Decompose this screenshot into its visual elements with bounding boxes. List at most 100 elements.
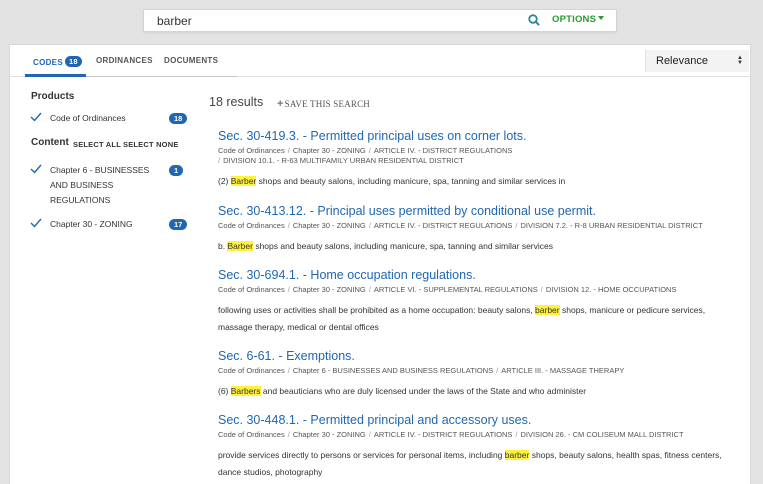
result-item: Sec. 30-448.1. - Permitted principal and… <box>218 413 738 481</box>
crumb-separator: / <box>218 156 221 165</box>
facet-count-badge: 18 <box>169 113 188 124</box>
facet-label: Chapter 30 - ZONING <box>50 219 133 229</box>
snippet-text: shops and beauty salons, including manic… <box>252 241 553 251</box>
facet-chapter-6[interactable]: Chapter 6 - BUSINESSES AND BUSINESS REGU… <box>30 163 186 209</box>
snippet-text: provide services directly to persons or … <box>218 450 505 460</box>
result-snippet: b. Barber shops and beauty salons, inclu… <box>218 238 723 255</box>
crumb[interactable]: Chapter 30 - ZONING <box>293 146 366 155</box>
result-title-link[interactable]: Sec. 30-419.3. - Permitted principal use… <box>218 129 738 143</box>
tab-documents-label: DOCUMENTS <box>164 56 219 65</box>
facet-label: Chapter 6 - BUSINESSES AND BUSINESS REGU… <box>50 165 150 205</box>
crumb[interactable]: DIVISION 7.2. - R-8 URBAN RESIDENTIAL DI… <box>520 221 702 230</box>
save-search-label: SAVE THIS SEARCH <box>284 99 371 109</box>
sort-select[interactable]: Relevance ▲ ▼ <box>645 50 749 72</box>
crumb-separator: / <box>368 430 371 439</box>
search-highlight: Barbers <box>230 386 261 396</box>
crumb[interactable]: ARTICLE IV. - DISTRICT REGULATIONS <box>374 221 513 230</box>
tab-documents[interactable]: DOCUMENTS <box>164 56 218 65</box>
tab-codes[interactable]: CODES 18 <box>33 56 82 67</box>
snippet-text: (6) <box>218 386 231 396</box>
sort-arrows-icon: ▲ ▼ <box>737 55 743 66</box>
search-highlight: Barber <box>230 176 257 186</box>
snippet-text: following uses or activities shall be pr… <box>218 305 536 315</box>
result-title-link[interactable]: Sec. 30-694.1. - Home occupation regulat… <box>218 268 738 282</box>
products-heading: Products <box>31 91 75 102</box>
results-count: 18 results <box>209 95 264 109</box>
result-item: Sec. 30-413.12. - Principal uses permitt… <box>218 204 738 255</box>
crumb-separator: / <box>515 221 518 230</box>
options-label: OPTIONS <box>552 14 597 25</box>
search-bar: OPTIONS <box>143 9 617 32</box>
crumb[interactable]: ARTICLE IV. - DISTRICT REGULATIONS <box>374 430 513 439</box>
tabs-bar: CODES 18 ORDINANCES DOCUMENTS Relevance ▲… <box>10 45 750 77</box>
crumb[interactable]: Chapter 30 - ZONING <box>293 221 366 230</box>
crumb[interactable]: Code of Ordinances <box>218 221 285 230</box>
result-item: Sec. 30-694.1. - Home occupation regulat… <box>218 268 738 336</box>
result-title-link[interactable]: Sec. 30-448.1. - Permitted principal and… <box>218 413 738 427</box>
crumb-separator: / <box>368 221 371 230</box>
result-breadcrumb: Code of Ordinances / Chapter 30 - ZONING / A… <box>218 430 738 440</box>
tab-ordinances-label: ORDINANCES <box>96 56 153 65</box>
checkmark-icon <box>30 164 42 174</box>
search-highlight: barber <box>504 450 530 460</box>
search-highlight: barber <box>535 305 560 315</box>
facet-count-badge: 17 <box>169 219 188 230</box>
plus-icon: + <box>277 98 284 110</box>
tab-codes-label: CODES <box>33 58 63 67</box>
snippet-text: and beauticians who are duly licensed un… <box>260 386 587 396</box>
facet-label: Code of Ordinances <box>50 113 126 123</box>
result-breadcrumb: Code of Ordinances / Chapter 30 - ZONING / A… <box>218 285 738 295</box>
crumb[interactable]: DIVISION 10.1. - R-63 MULTIFAMILY URBAN … <box>223 156 464 165</box>
crumb[interactable]: Code of Ordinances <box>218 285 285 294</box>
caret-down-icon <box>598 16 605 21</box>
snippet-text: shops and beauty salons, including manic… <box>256 176 566 186</box>
crumb[interactable]: Chapter 30 - ZONING <box>293 430 366 439</box>
crumb-separator: / <box>287 221 290 230</box>
crumb-separator: / <box>287 146 290 155</box>
sort-selected-value: Relevance <box>656 55 708 67</box>
search-input[interactable] <box>144 10 504 31</box>
crumb-separator: / <box>287 366 290 375</box>
crumb[interactable]: Code of Ordinances <box>218 430 285 439</box>
facet-count-badge: 1 <box>169 165 184 176</box>
result-snippet: (6) Barbers and beauticians who are duly… <box>218 383 723 400</box>
options-dropdown[interactable]: OPTIONS <box>552 14 605 25</box>
tab-ordinances[interactable]: ORDINANCES <box>96 56 153 65</box>
checkmark-icon <box>30 218 42 228</box>
crumb-separator: / <box>496 366 499 375</box>
crumb[interactable]: Code of Ordinances <box>218 146 285 155</box>
crumb[interactable]: Code of Ordinances <box>218 366 285 375</box>
crumb-separator: / <box>287 285 290 294</box>
content-heading: Content <box>31 137 69 148</box>
crumb-separator: / <box>515 430 518 439</box>
result-breadcrumb: Code of Ordinances / Chapter 30 - ZONING / A… <box>218 221 738 231</box>
search-highlight: Barber <box>227 241 253 251</box>
select-none-link[interactable]: SELECT NONE <box>123 140 179 149</box>
crumb[interactable]: ARTICLE VI. - SUPPLEMENTAL REGULATIONS <box>374 285 538 294</box>
result-breadcrumb: Code of Ordinances / Chapter 6 - BUSINESSE… <box>218 366 738 376</box>
results-panel: CODES 18 ORDINANCES DOCUMENTS Relevance ▲… <box>9 44 751 484</box>
checkmark-icon <box>30 112 42 122</box>
save-search-button[interactable]: +SAVE THIS SEARCH <box>277 98 370 110</box>
crumb-separator: / <box>540 285 543 294</box>
active-tab-indicator <box>25 74 86 77</box>
crumb[interactable]: ARTICLE IV. - DISTRICT REGULATIONS <box>374 146 513 155</box>
crumb[interactable]: DIVISION 12. - HOME OCCUPATIONS <box>546 285 677 294</box>
crumb-separator: / <box>287 430 290 439</box>
result-title-link[interactable]: Sec. 6-61. - Exemptions. <box>218 349 738 363</box>
tab-codes-count: 18 <box>64 56 82 67</box>
crumb-separator: / <box>368 285 371 294</box>
crumb[interactable]: ARTICLE III. - MASSAGE THERAPY <box>501 366 624 375</box>
select-all-link[interactable]: SELECT ALL <box>73 140 121 149</box>
crumb[interactable]: DIVISION 26. - CM COLISEUM MALL DISTRICT <box>520 430 683 439</box>
result-snippet: provide services directly to persons or … <box>218 447 723 481</box>
crumb[interactable]: Chapter 30 - ZONING <box>293 285 366 294</box>
crumb[interactable]: Chapter 6 - BUSINESSES AND BUSINESS REGU… <box>293 366 493 375</box>
result-breadcrumb: Code of Ordinances / Chapter 30 - ZONING / A… <box>218 146 738 166</box>
result-item: Sec. 6-61. - Exemptions. Code of Ordinan… <box>218 349 738 400</box>
result-snippet: following uses or activities shall be pr… <box>218 302 723 336</box>
result-title-link[interactable]: Sec. 30-413.12. - Principal uses permitt… <box>218 204 738 218</box>
result-snippet: (2) Barber shops and beauty salons, incl… <box>218 173 723 190</box>
result-item: Sec. 30-419.3. - Permitted principal use… <box>218 129 738 190</box>
search-icon[interactable] <box>527 13 541 27</box>
